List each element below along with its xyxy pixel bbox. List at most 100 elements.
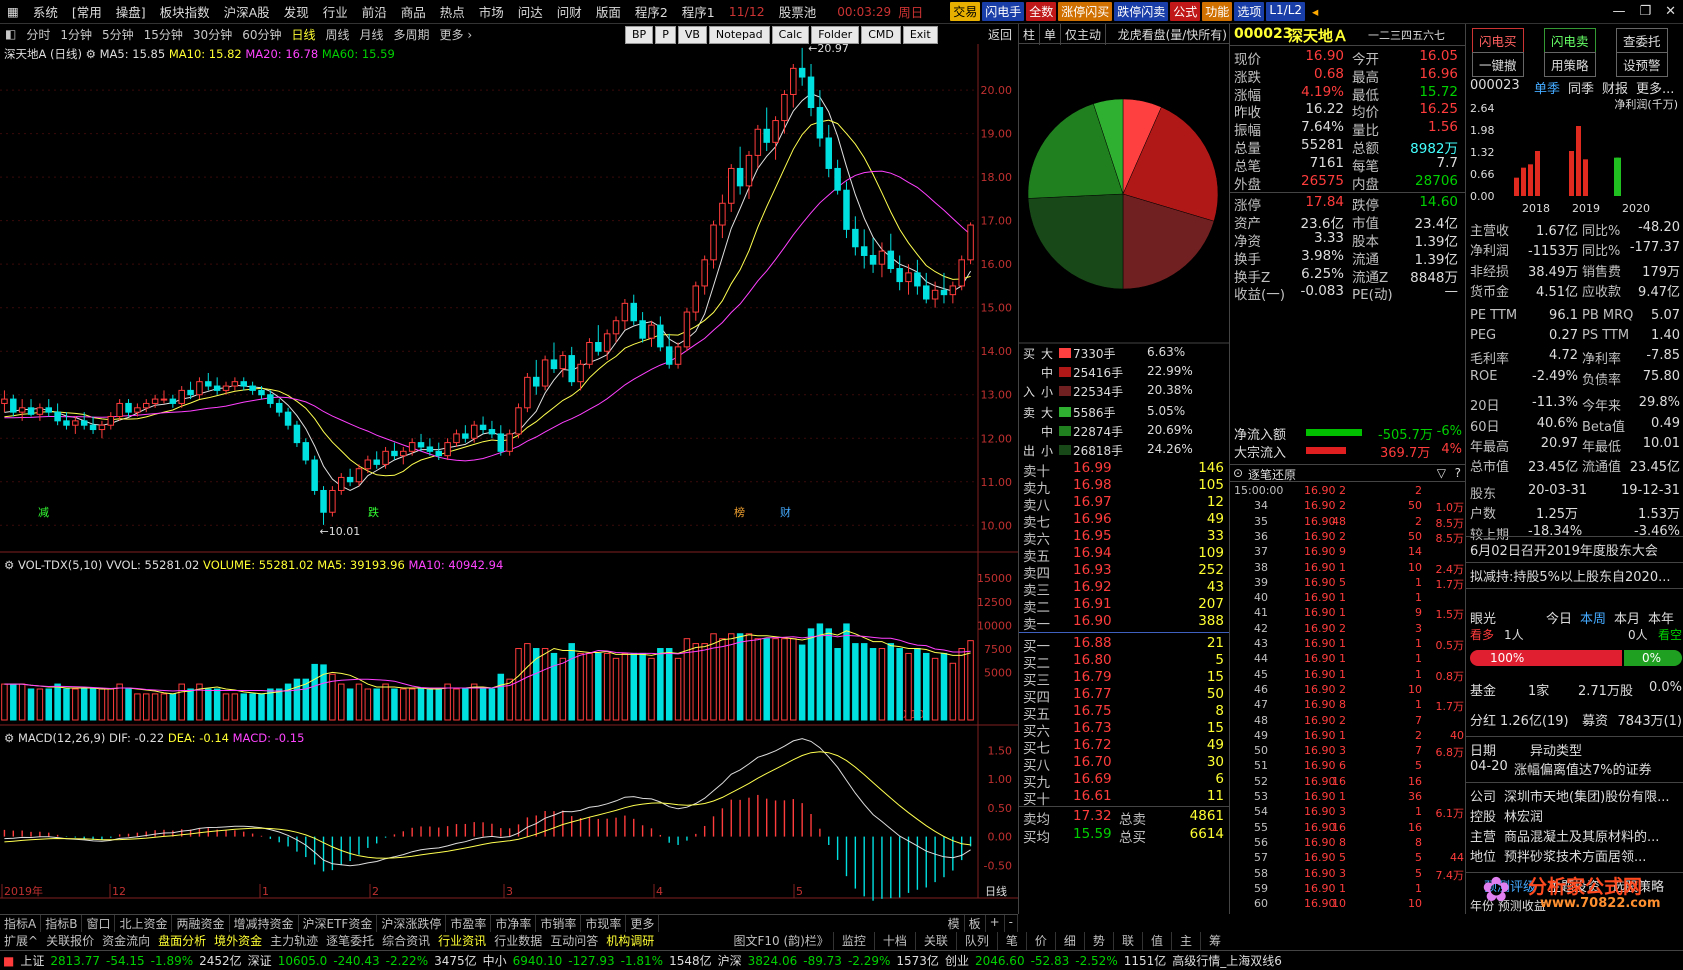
menu-item[interactable]: 商品: [394, 2, 433, 21]
bid-row[interactable]: 买二 16.80 5: [1021, 652, 1228, 672]
menu-item[interactable]: 板块指数: [153, 2, 217, 21]
finance-tab[interactable]: 财报: [1602, 82, 1628, 97]
tool-button[interactable]: VB: [677, 26, 707, 44]
panel-switch-tab[interactable]: 主: [1170, 932, 1200, 950]
close-icon[interactable]: ✕: [1658, 4, 1683, 19]
panel-switch-tab[interactable]: 十档: [873, 932, 915, 950]
extension-tab[interactable]: 主力轨迹: [266, 932, 322, 950]
extension-tab[interactable]: 逐笔委托: [322, 932, 378, 950]
extension-tab[interactable]: 关联报价: [42, 932, 98, 950]
menu-item[interactable]: 程序1: [675, 2, 722, 21]
panel-tab[interactable]: 柱: [1019, 24, 1041, 45]
indicator-tab[interactable]: 增减持资金: [230, 915, 299, 932]
tool-button[interactable]: BP: [625, 26, 654, 44]
panel-switch-tab[interactable]: 势: [1083, 932, 1113, 950]
menu-item[interactable]: 操盘]: [109, 2, 153, 21]
extension-tab[interactable]: 境外资金: [210, 932, 266, 950]
filter-icon[interactable]: ▽: [1437, 466, 1446, 480]
menu-item[interactable]: 热点: [433, 2, 472, 21]
toolbar-button[interactable]: 跌停闪卖: [1114, 2, 1169, 21]
indicator-tab[interactable]: 两融资金: [172, 915, 230, 932]
extension-tab[interactable]: 行业资讯: [434, 932, 490, 950]
indicator-tab[interactable]: 北上资金: [115, 915, 173, 932]
finance-tab[interactable]: 更多...: [1636, 82, 1674, 97]
ask-row[interactable]: 卖八 16.97 12: [1021, 494, 1228, 514]
extension-tab[interactable]: 综合资讯: [378, 932, 434, 950]
panel-switch-tab[interactable]: 价: [1025, 932, 1055, 950]
indicator-tab[interactable]: 沪深ETF资金: [299, 915, 378, 932]
indicator-tab[interactable]: 更多: [626, 915, 660, 932]
scroll-right-icon[interactable]: ◂: [1305, 4, 1325, 19]
extension-tab[interactable]: 扩展^: [0, 932, 42, 950]
strategy-button[interactable]: 用策略: [1544, 52, 1596, 77]
extension-tab[interactable]: 互动问答: [546, 932, 602, 950]
extension-tab[interactable]: 资金流向: [98, 932, 154, 950]
period-tab[interactable]: 更多 ›: [435, 26, 478, 43]
panel-switch-tab[interactable]: 联: [1112, 932, 1142, 950]
indicator-tab[interactable]: 窗口: [82, 915, 116, 932]
ask-row[interactable]: 卖六 16.95 33: [1021, 528, 1228, 548]
toolbar-button[interactable]: 涨停闪买: [1058, 2, 1113, 21]
layout-button[interactable]: 模: [944, 915, 965, 932]
flash-sell-button[interactable]: 闪电卖: [1544, 28, 1596, 53]
menu-item[interactable]: 问财: [550, 2, 589, 21]
ask-row[interactable]: 卖七 16.96 49: [1021, 511, 1228, 531]
menu-item[interactable]: 市场: [472, 2, 511, 21]
panel-switch-tab[interactable]: 细: [1054, 932, 1084, 950]
extension-tab[interactable]: 机构调研: [602, 932, 658, 950]
bid-row[interactable]: 买一 16.88 21: [1021, 635, 1228, 655]
set-alert-button[interactable]: 设预警: [1616, 52, 1668, 77]
bid-row[interactable]: 买五 16.75 8: [1021, 703, 1228, 723]
panel-switch-tab[interactable]: 队列: [955, 932, 997, 950]
menu-item[interactable]: 沪深A股: [217, 2, 277, 21]
chart-pane[interactable]: 20.0019.0018.0017.0016.0015.0014.0013.00…: [0, 44, 1018, 914]
news-item[interactable]: 拟减持:持股5%以上股东自2020...: [1466, 563, 1683, 589]
menu-item[interactable]: 前沿: [355, 2, 394, 21]
period-tab[interactable]: 30分钟: [188, 26, 237, 43]
tool-button[interactable]: Calc: [771, 26, 810, 44]
ask-row[interactable]: 卖二 16.91 207: [1021, 596, 1228, 616]
gear-icon[interactable]: ⚙: [86, 47, 96, 61]
toolbar-button[interactable]: 全数: [1026, 2, 1057, 21]
period-tab[interactable]: 多周期: [389, 26, 435, 43]
toolbar-button[interactable]: 交易: [950, 2, 981, 21]
flash-buy-button[interactable]: 闪电买: [1472, 28, 1524, 53]
minimize-icon[interactable]: —: [1605, 4, 1632, 19]
collapse-icon[interactable]: ⊙: [1233, 466, 1243, 480]
panel-tab[interactable]: 仅主动: [1061, 24, 1107, 45]
gear-icon[interactable]: ⚙: [4, 558, 14, 572]
indicator-tab[interactable]: 市净率: [491, 915, 537, 932]
eye-tab[interactable]: 本周: [1580, 612, 1606, 627]
menu-item[interactable]: 行业: [316, 2, 355, 21]
indicator-tab[interactable]: 市销率: [536, 915, 582, 932]
eye-tab[interactable]: 本月: [1614, 612, 1640, 627]
period-tab[interactable]: 1分钟: [55, 26, 97, 43]
tool-button[interactable]: CMD: [861, 26, 901, 44]
bid-row[interactable]: 买四 16.77 50: [1021, 686, 1228, 706]
ask-row[interactable]: 卖一 16.90 388: [1021, 613, 1228, 633]
extension-tab[interactable]: 行业数据: [490, 932, 546, 950]
bid-row[interactable]: 买八 16.70 30: [1021, 754, 1228, 774]
toolbar-button[interactable]: 功能: [1202, 2, 1233, 21]
eye-tab[interactable]: 今日: [1546, 612, 1572, 627]
panel-toggle-icon[interactable]: ◧: [0, 27, 21, 41]
ask-row[interactable]: 卖十 16.99 146: [1021, 460, 1228, 480]
panel-switch-tab[interactable]: 值: [1141, 932, 1171, 950]
back-button[interactable]: 返回: [988, 26, 1012, 43]
help-icon[interactable]: ?: [1455, 466, 1461, 480]
finance-tab[interactable]: 同季: [1568, 82, 1594, 97]
ask-row[interactable]: 卖三 16.92 43: [1021, 579, 1228, 599]
panel-tab[interactable]: 单: [1040, 24, 1062, 45]
tool-button[interactable]: Notepad: [708, 26, 770, 44]
cancel-all-button[interactable]: 一键撤: [1472, 52, 1524, 77]
bid-row[interactable]: 买十 16.61 11: [1021, 788, 1228, 808]
app-logo-icon[interactable]: ▦: [0, 4, 26, 19]
indicator-tab[interactable]: 指标A: [0, 915, 42, 932]
tool-button[interactable]: Folder: [811, 26, 860, 44]
bid-row[interactable]: 买九 16.69 6: [1021, 771, 1228, 791]
indicator-tab[interactable]: 市现率: [581, 915, 627, 932]
period-tab[interactable]: 周线: [321, 26, 355, 43]
toolbar-button[interactable]: 闪电手: [982, 2, 1025, 21]
bid-row[interactable]: 买三 16.79 15: [1021, 669, 1228, 689]
eye-tab[interactable]: 本年: [1648, 612, 1674, 627]
